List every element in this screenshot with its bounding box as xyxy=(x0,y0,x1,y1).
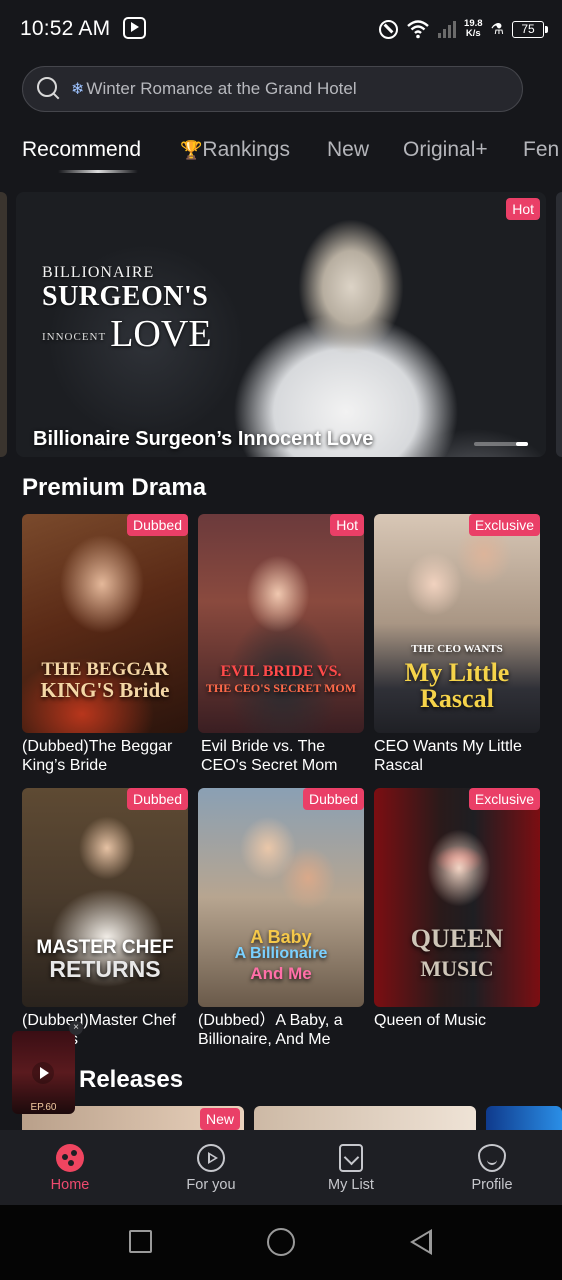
banner-logo: BILLIONAIRE SURGEON'S INNOCENT LOVE xyxy=(42,264,252,356)
drama-poster: EVIL BRIDE VS. THE CEO'S SECRET MOM xyxy=(198,514,364,733)
exclusive-badge: Exclusive xyxy=(468,514,540,536)
tab-original-plus[interactable]: Original+ xyxy=(403,138,488,162)
bookmark-icon xyxy=(339,1144,363,1172)
status-bar: 10:52 AM 19.8 K/s ⚗ 75 xyxy=(0,0,562,58)
banner-logo-line3: INNOCENT xyxy=(42,331,107,343)
banner-indicator-thumb xyxy=(516,442,528,446)
nav-profile[interactable]: Profile xyxy=(442,1130,542,1205)
search-icon xyxy=(37,77,61,101)
do-not-disturb-icon xyxy=(379,19,399,39)
drama-poster: A Baby A Billionaire And Me xyxy=(198,788,364,1007)
drama-title: (Dubbed)The Beggar King’s Bride xyxy=(22,738,173,774)
new-badge: New xyxy=(199,1108,240,1130)
tab-recommend[interactable]: Recommend xyxy=(22,138,141,162)
banner-page-indicator xyxy=(474,442,528,446)
nav-home-label: Home xyxy=(50,1177,90,1193)
banner-title: Billionaire Surgeon’s Innocent Love xyxy=(33,428,374,450)
category-tabs: Recommend 🏆Rankings New Original+ Fen xyxy=(22,138,562,178)
trophy-icon: 🏆 xyxy=(180,140,203,160)
nav-for-you[interactable]: For you xyxy=(161,1130,261,1205)
hero-banner[interactable]: BILLIONAIRE SURGEON'S INNOCENT LOVE Hot B… xyxy=(16,192,546,457)
status-icons: 19.8 K/s ⚗ 75 xyxy=(379,14,548,44)
hot-badge: Hot xyxy=(330,514,364,536)
network-speed-unit: K/s xyxy=(465,28,481,39)
poster-title-line: QUEEN xyxy=(410,924,504,953)
section-title-premium-drama: Premium Drama xyxy=(22,474,207,501)
status-time: 10:52 AM xyxy=(20,17,111,40)
tab-new[interactable]: New xyxy=(327,138,369,162)
nav-home[interactable]: Home xyxy=(20,1130,120,1205)
flask-icon: ⚗ xyxy=(490,21,504,38)
banner-next-peek[interactable] xyxy=(556,192,562,457)
dubbed-badge: Dubbed xyxy=(126,514,188,536)
nav-profile-label: Profile xyxy=(471,1177,513,1193)
poster-title-line: THE CEO'S SECRET MOM xyxy=(205,681,357,695)
drama-poster: THE CEO WANTS My Little Rascal xyxy=(374,514,540,733)
tab-fen[interactable]: Fen xyxy=(523,138,559,162)
search-bar[interactable]: ❄ Winter Romance at the Grand Hotel xyxy=(22,66,523,112)
system-navigation-bar xyxy=(0,1205,562,1280)
system-home-button[interactable] xyxy=(267,1228,295,1256)
poster-title-line: THE BEGGAR xyxy=(41,659,169,680)
recents-button[interactable] xyxy=(129,1230,152,1253)
back-button[interactable] xyxy=(410,1229,432,1255)
tab-rankings-label: Rankings xyxy=(202,138,290,161)
nav-my-list[interactable]: My List xyxy=(301,1130,401,1205)
banner-logo-line4: LOVE xyxy=(110,313,212,355)
drama-title: Queen of Music xyxy=(374,1012,487,1029)
play-icon[interactable] xyxy=(32,1062,54,1084)
battery-indicator: 75 xyxy=(512,20,548,38)
poster-title-line: RETURNS xyxy=(49,956,161,982)
dubbed-badge: Dubbed xyxy=(126,788,188,810)
poster-title-line: KING'S Bride xyxy=(40,678,170,702)
network-speed: 19.8 K/s xyxy=(464,19,483,39)
cell-signal-icon xyxy=(438,20,457,38)
nav-for-you-label: For you xyxy=(186,1177,236,1193)
tab-rankings[interactable]: 🏆Rankings xyxy=(180,138,290,162)
drama-title: Evil Bride vs. The CEO's Secret Mom xyxy=(201,738,338,774)
drama-title: (Dubbed）A Baby, a Billionaire, And Me xyxy=(198,1012,343,1048)
poster-title-line: A Baby xyxy=(250,927,312,947)
drama-title: CEO Wants My Little Rascal xyxy=(374,738,522,774)
youtube-notification-icon xyxy=(123,17,146,39)
active-tab-indicator xyxy=(58,170,138,173)
mini-player[interactable]: EP.60 xyxy=(12,1031,75,1114)
play-circle-icon xyxy=(197,1144,225,1172)
section-title-new-releases: Releases xyxy=(79,1066,184,1093)
banner-logo-line2: SURGEON'S xyxy=(42,281,209,312)
banner-logo-line1: BILLIONAIRE xyxy=(42,264,155,281)
new-release-card[interactable] xyxy=(486,1106,562,1130)
mini-player-close-button[interactable]: × xyxy=(69,1021,83,1035)
poster-title-line: A Billionaire xyxy=(234,945,328,962)
drama-poster: MASTER CHEF RETURNS xyxy=(22,788,188,1007)
banner-hot-badge: Hot xyxy=(506,198,540,220)
poster-title-line: EVIL BRIDE VS. xyxy=(220,663,342,680)
bottom-navigation: Home For you My List Profile xyxy=(0,1130,562,1205)
profile-icon xyxy=(478,1144,506,1172)
dubbed-badge: Dubbed xyxy=(302,788,364,810)
banner-prev-peek[interactable] xyxy=(0,192,7,457)
poster-title-line: And Me xyxy=(250,964,312,983)
search-placeholder: Winter Romance at the Grand Hotel xyxy=(86,79,357,98)
wifi-icon xyxy=(407,20,429,39)
exclusive-badge: Exclusive xyxy=(468,788,540,810)
drama-poster: QUEEN MUSIC xyxy=(374,788,540,1007)
poster-title-line: MUSIC xyxy=(420,956,494,981)
poster-title-line: MASTER CHEF xyxy=(36,937,174,958)
drama-poster: THE BEGGAR KING'S Bride xyxy=(22,514,188,733)
snowflake-icon: ❄ xyxy=(71,81,85,98)
home-icon xyxy=(56,1144,84,1172)
poster-title-line: My Little Rascal xyxy=(404,658,510,713)
new-release-card[interactable] xyxy=(254,1106,476,1130)
poster-title-line: THE CEO WANTS xyxy=(411,643,503,655)
mini-player-episode: EP.60 xyxy=(30,1102,57,1113)
nav-my-list-label: My List xyxy=(328,1177,374,1193)
